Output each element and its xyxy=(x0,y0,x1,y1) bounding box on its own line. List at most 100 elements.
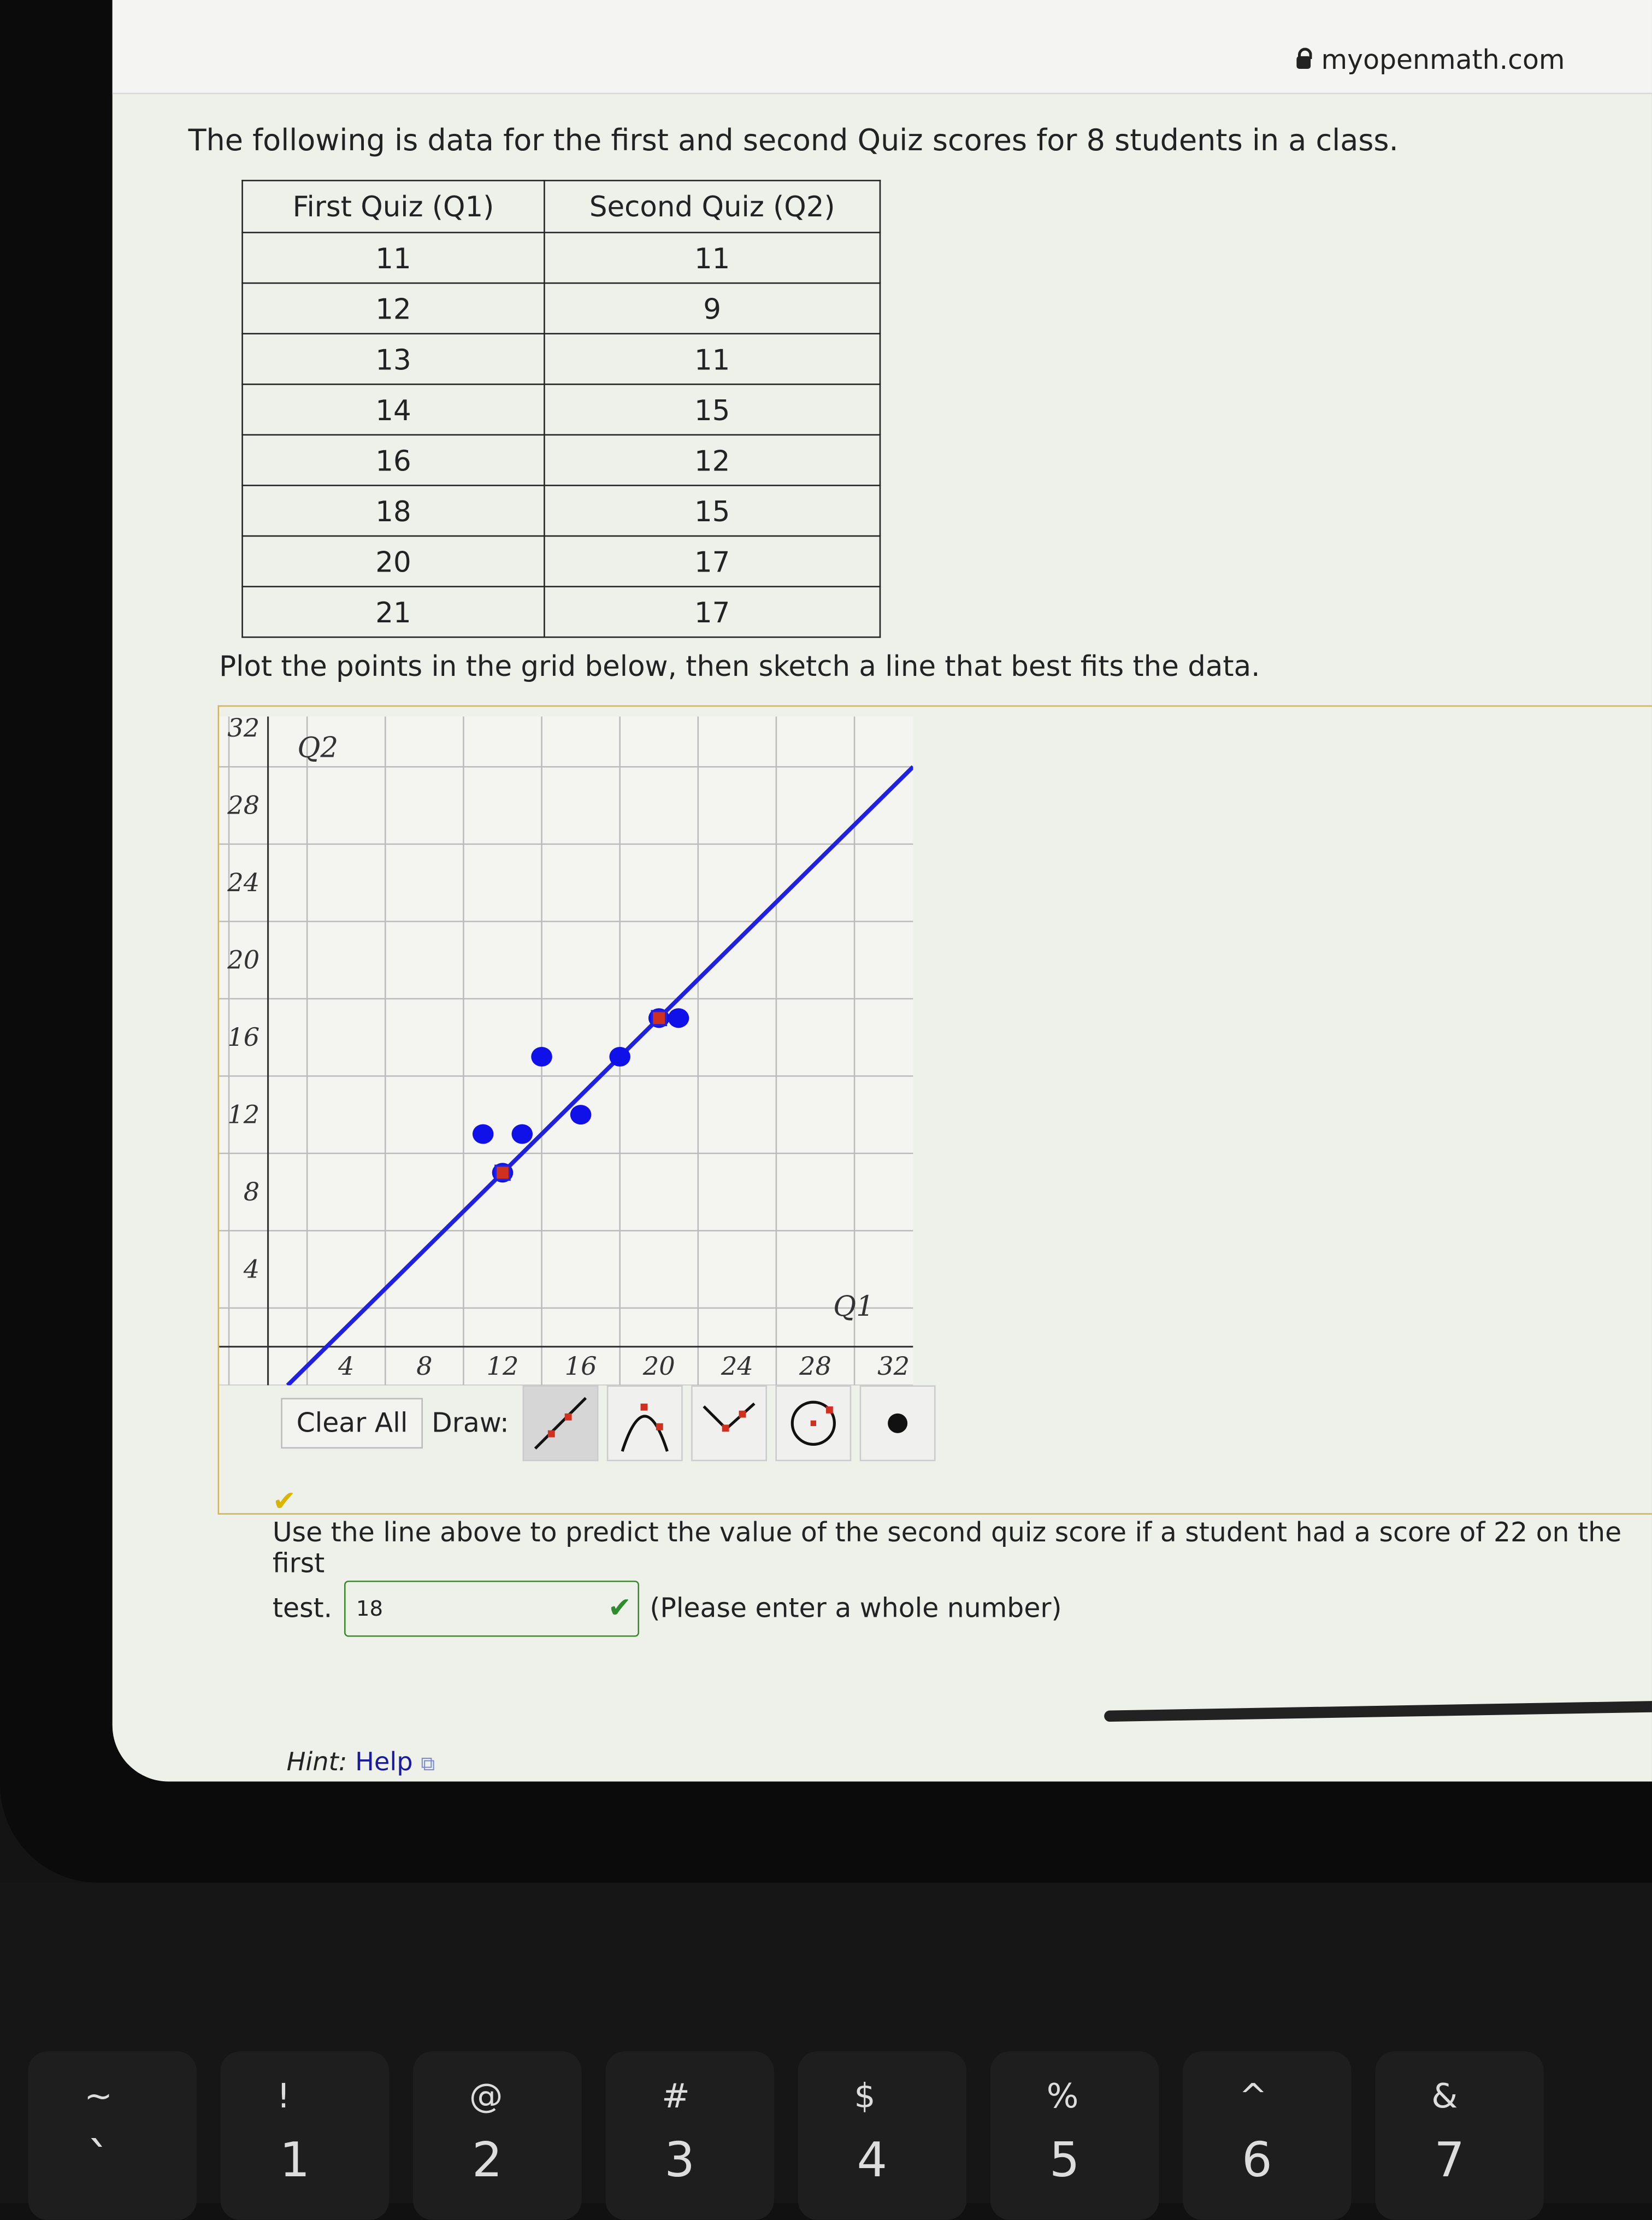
data-point xyxy=(668,1008,689,1028)
q2-cell: 17 xyxy=(544,535,881,587)
q2-cell: 11 xyxy=(544,232,881,284)
answer-input[interactable]: 18 ✔ xyxy=(343,1580,639,1637)
key-5[interactable]: % 5 xyxy=(990,2051,1159,2220)
browser-screen: myopenmath.com The following is data for… xyxy=(112,0,1652,1782)
q1-cell: 18 xyxy=(241,485,545,537)
q1-cell: 12 xyxy=(241,282,545,334)
hint-row: Hint: Help ⧉ xyxy=(287,1748,435,1777)
quiz-data-table: First Quiz (Q1) Second Quiz (Q2) 11 11 12 9… xyxy=(241,180,881,638)
y-tick-label: 24 xyxy=(227,868,259,897)
answer-correct-check-icon: ✔ xyxy=(607,1590,632,1624)
line-tool-icon xyxy=(534,1397,587,1450)
external-link-icon: ⧉ xyxy=(421,1753,435,1776)
x-tick-label: 12 xyxy=(487,1351,519,1381)
data-point xyxy=(511,1124,533,1144)
x-tick-label: 24 xyxy=(721,1351,753,1381)
table-row: 21 17 xyxy=(241,586,881,638)
q2-cell: 17 xyxy=(544,586,881,638)
key-main-label: ` xyxy=(87,2133,111,2189)
url-text: myopenmath.com xyxy=(1321,45,1565,76)
y-axis-label: Q2 xyxy=(297,732,338,764)
q1-cell: 16 xyxy=(241,434,545,486)
key-shift-label: # xyxy=(662,2076,690,2116)
table-row: 11 11 xyxy=(241,232,881,284)
key-shift-label: ^ xyxy=(1238,2076,1267,2116)
line-anchor-point xyxy=(494,1164,511,1181)
y-tick-label: 20 xyxy=(227,945,259,975)
url-display[interactable]: myopenmath.com xyxy=(1296,45,1565,76)
table-row: 16 12 xyxy=(241,434,881,486)
graph-toolbar: Clear All Draw: xyxy=(281,1384,936,1463)
q2-cell: 11 xyxy=(544,333,881,385)
clear-all-button[interactable]: Clear All xyxy=(281,1398,423,1449)
x-tick-label: 28 xyxy=(799,1351,831,1381)
circle-tool-button[interactable] xyxy=(776,1385,852,1462)
data-point xyxy=(472,1124,494,1144)
key-7[interactable]: & 7 xyxy=(1375,2051,1544,2220)
key-2[interactable]: @2 xyxy=(412,2051,582,2220)
table-row: 14 15 xyxy=(241,383,881,436)
line-tool-button[interactable] xyxy=(523,1385,599,1462)
line-anchor-point xyxy=(651,1010,668,1027)
q2-cell: 12 xyxy=(544,434,881,486)
parabola-tool-button[interactable] xyxy=(607,1385,683,1462)
graph-background xyxy=(219,716,913,1386)
data-point xyxy=(570,1105,592,1125)
x-tick-label: 16 xyxy=(565,1351,597,1381)
x-axis-label: Q1 xyxy=(833,1290,874,1323)
key-shift-label: ! xyxy=(276,2076,291,2116)
key-shift-label: & xyxy=(1431,2076,1458,2116)
column-header-q1: First Quiz (Q1) xyxy=(241,180,545,233)
key-main-label: 5 xyxy=(1049,2133,1080,2189)
prediction-prompt: Use the line above to predict the value … xyxy=(272,1517,1622,1580)
key-main-label: 6 xyxy=(1242,2133,1272,2189)
table-row: 13 11 xyxy=(241,333,881,385)
y-tick-label: 8 xyxy=(244,1177,259,1206)
column-header-q2: Second Quiz (Q2) xyxy=(544,180,881,233)
draw-label: Draw: xyxy=(432,1408,509,1439)
question-intro: The following is data for the first and … xyxy=(188,123,1399,157)
answer-row: test. 18 ✔ (Please enter a whole number) xyxy=(272,1580,1062,1637)
key-1[interactable]: ! 1 xyxy=(220,2051,390,2220)
key-main-label: 4 xyxy=(857,2133,888,2189)
q1-cell: 11 xyxy=(241,232,545,284)
absolute-value-tool-button[interactable] xyxy=(691,1385,768,1462)
prediction-tail: test. xyxy=(272,1593,333,1624)
q1-cell: 21 xyxy=(241,586,545,638)
y-tick-label: 12 xyxy=(227,1100,259,1129)
address-bar[interactable]: myopenmath.com xyxy=(112,0,1652,95)
y-tick-label: 16 xyxy=(227,1022,259,1052)
key-main-label: 3 xyxy=(664,2133,695,2189)
graph-correct-check-icon: ✔ xyxy=(272,1483,296,1518)
q1-cell: 20 xyxy=(241,535,545,587)
key-main-label: 1 xyxy=(279,2133,310,2189)
photo-stage: myopenmath.com The following is data for… xyxy=(0,0,1652,2220)
help-link[interactable]: Help xyxy=(355,1748,413,1777)
y-tick-label: 4 xyxy=(243,1255,259,1284)
x-tick-label: 8 xyxy=(416,1351,432,1381)
x-tick-label: 20 xyxy=(642,1351,675,1381)
key-`[interactable]: ~ ` xyxy=(28,2051,197,2220)
scatter-graph-canvas[interactable]: 4 8 12 16 20 24 28 3248121620242832Q1Q2 xyxy=(219,716,913,1386)
answer-value: 18 xyxy=(356,1596,384,1622)
key-6[interactable]: ^ 6 xyxy=(1183,2051,1352,2220)
q1-cell: 14 xyxy=(241,383,545,436)
point-tool-icon xyxy=(888,1413,908,1433)
data-point xyxy=(609,1047,630,1067)
x-tick-label: 4 xyxy=(338,1351,354,1381)
y-tick-label: 28 xyxy=(227,791,259,820)
circle-tool-icon xyxy=(791,1400,836,1446)
key-4[interactable]: $4 xyxy=(798,2051,967,2220)
parabola-tool-icon xyxy=(621,1403,669,1452)
table-row: 18 15 xyxy=(241,485,881,537)
key-shift-label: $ xyxy=(854,2076,876,2116)
q1-cell: 13 xyxy=(241,333,545,385)
q2-cell: 15 xyxy=(544,485,881,537)
q2-cell: 9 xyxy=(544,282,881,334)
home-indicator[interactable] xyxy=(1104,1700,1652,1722)
key-3[interactable]: #3 xyxy=(605,2051,774,2220)
answer-note: (Please enter a whole number) xyxy=(650,1593,1062,1624)
point-tool-button[interactable] xyxy=(860,1385,936,1462)
absolute-value-tool-icon xyxy=(703,1402,756,1432)
q2-cell: 15 xyxy=(544,383,881,436)
